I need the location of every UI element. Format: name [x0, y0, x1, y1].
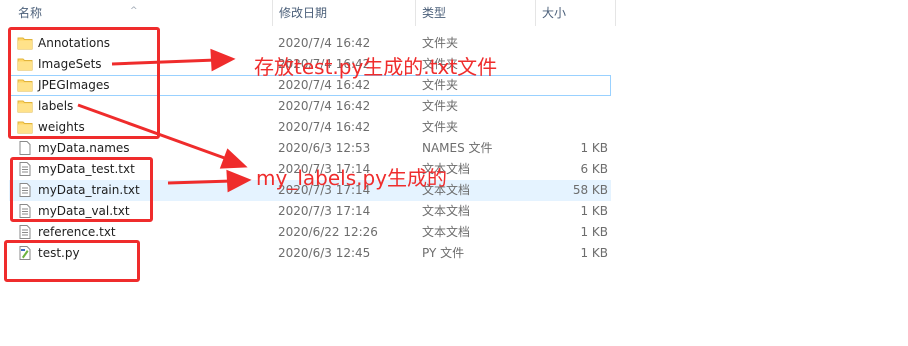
header-divider [615, 0, 616, 26]
file-type: 文本文档 [422, 225, 471, 239]
column-header-date-label: 修改日期 [279, 6, 328, 20]
file-size [530, 97, 608, 116]
file-size [530, 34, 608, 53]
file-size [530, 118, 608, 137]
file-date: 2020/6/3 12:45 [278, 246, 371, 260]
column-header-type[interactable]: 类型 [415, 0, 535, 26]
file-size: 1 KB [580, 141, 608, 155]
annotation-box-testpy [4, 240, 140, 282]
column-header-name[interactable]: 名称 ^ [12, 0, 270, 26]
file-name: myData.names [38, 141, 130, 155]
column-header-type-label: 类型 [422, 6, 447, 20]
file-type: NAMES 文件 [422, 141, 493, 155]
column-header-date[interactable]: 修改日期 [272, 0, 414, 26]
column-header-size[interactable]: 大小 [535, 0, 615, 26]
file-date: 2020/6/3 12:53 [278, 141, 371, 155]
file-size [530, 55, 608, 74]
sort-caret-icon: ^ [130, 6, 138, 16]
file-type: 文件夹 [422, 99, 459, 113]
file-date: 2020/7/3 17:14 [278, 204, 371, 218]
file-size: 1 KB [580, 204, 608, 218]
file-size [530, 76, 608, 95]
column-header-name-label: 名称 [18, 6, 43, 20]
file-type: PY 文件 [422, 246, 465, 260]
column-header-size-label: 大小 [542, 6, 567, 20]
file-date: 2020/7/4 16:42 [278, 99, 371, 113]
file-size: 1 KB [580, 225, 608, 239]
text-file-icon [17, 225, 33, 239]
file-size: 58 KB [572, 183, 608, 197]
annotation-text-2: my_labels.py生成的 [256, 166, 447, 190]
file-size: 1 KB [580, 246, 608, 260]
annotation-text-1: 存放test.py生成的.txt文件 [254, 55, 498, 79]
file-row[interactable]: myData.names 2020/6/3 12:53 NAMES 文件 1 KB [9, 138, 611, 159]
annotation-box-txt-files [10, 157, 153, 222]
file-type: 文本文档 [422, 204, 471, 218]
annotation-box-folders [8, 27, 160, 139]
file-date: 2020/7/4 16:42 [278, 120, 371, 134]
file-type: 文件夹 [422, 120, 459, 134]
file-size: 6 KB [580, 162, 608, 176]
file-date: 2020/6/22 12:26 [278, 225, 378, 239]
file-icon [17, 141, 33, 155]
